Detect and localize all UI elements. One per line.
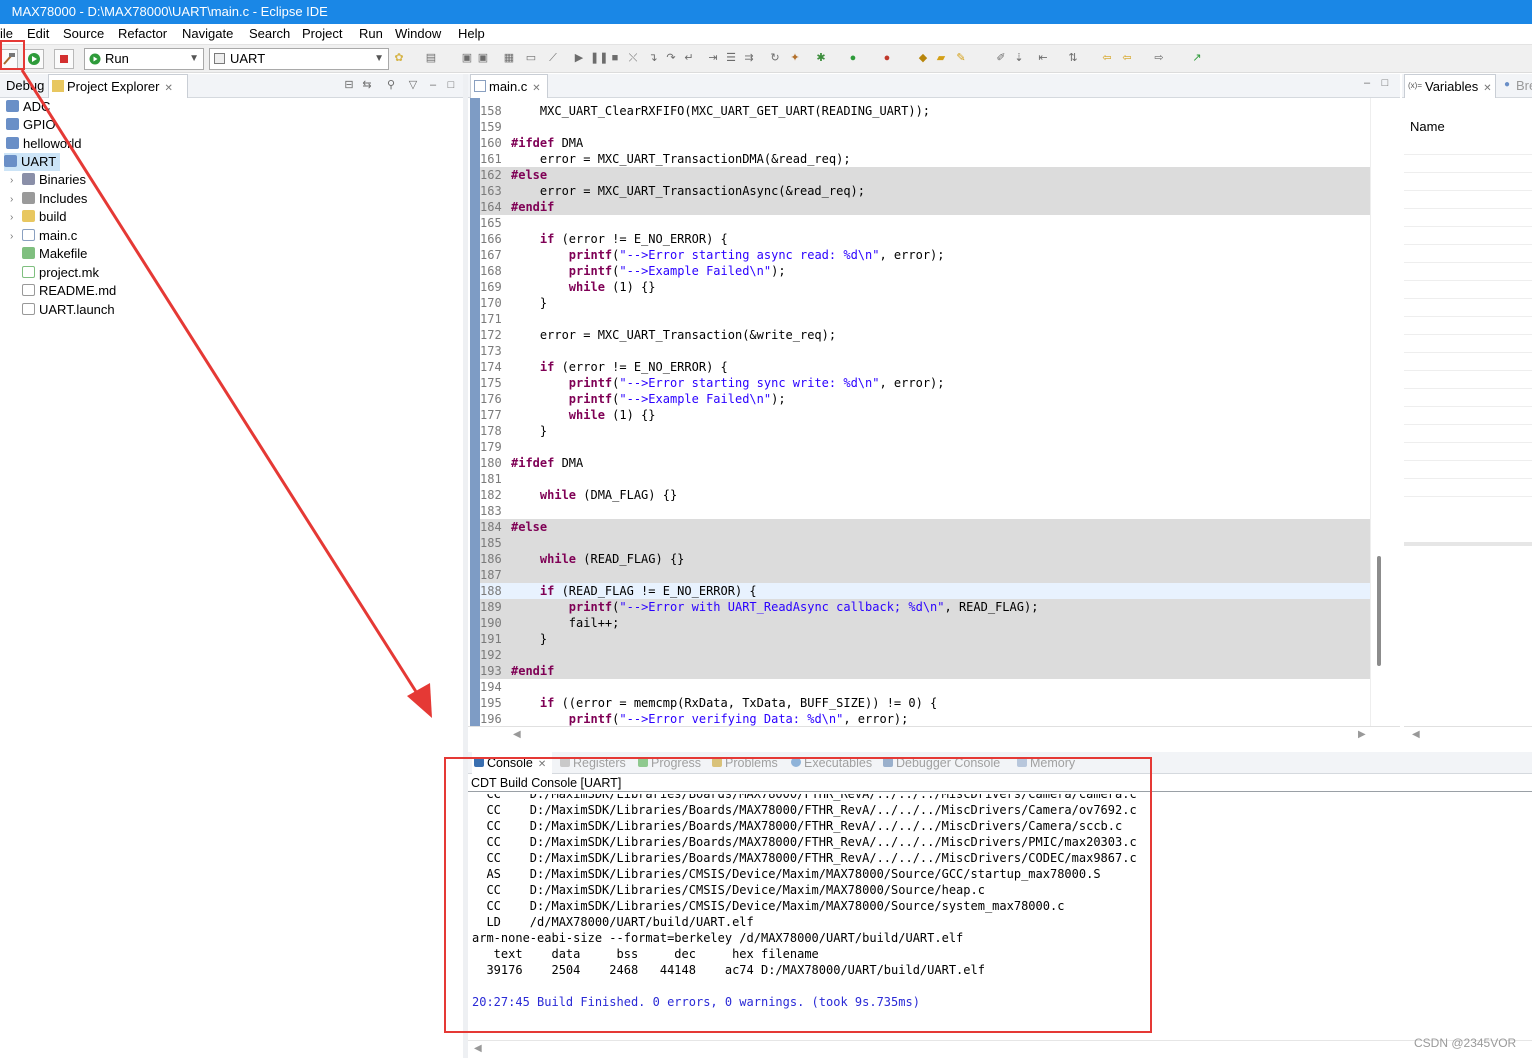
annotation-arrow xyxy=(20,69,432,718)
